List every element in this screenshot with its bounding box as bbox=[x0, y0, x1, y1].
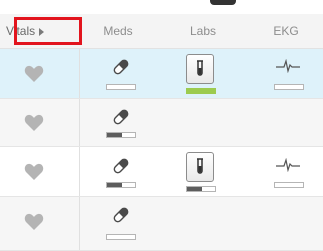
column-header-meds[interactable]: Meds bbox=[88, 14, 148, 48]
pill-icon[interactable] bbox=[112, 206, 130, 224]
labs-button[interactable] bbox=[186, 152, 214, 182]
ekg-waveform-icon[interactable] bbox=[276, 158, 300, 172]
labs-progress-bar bbox=[186, 186, 216, 192]
pill-icon[interactable] bbox=[112, 157, 130, 175]
column-header-ekg[interactable]: EKG bbox=[256, 14, 316, 48]
labs-button[interactable] bbox=[186, 54, 214, 84]
meds-progress-bar bbox=[106, 182, 136, 188]
column-header-labs[interactable]: Labs bbox=[173, 14, 233, 48]
ekg-waveform-icon[interactable] bbox=[276, 59, 300, 73]
heart-icon bbox=[24, 213, 44, 230]
labs-status-bar bbox=[186, 88, 216, 94]
test-tube-icon bbox=[197, 158, 203, 174]
table-row[interactable] bbox=[0, 99, 323, 147]
vitals-cell[interactable] bbox=[0, 99, 80, 146]
meds-progress-bar bbox=[106, 132, 136, 138]
highlight-box bbox=[14, 17, 82, 45]
heart-icon bbox=[24, 65, 44, 82]
test-tube-icon bbox=[197, 60, 203, 76]
overlap-fragment bbox=[210, 0, 236, 5]
table-row[interactable] bbox=[0, 147, 323, 197]
meds-progress-bar bbox=[106, 84, 136, 90]
vitals-cell[interactable] bbox=[0, 147, 80, 196]
heart-icon bbox=[24, 163, 44, 180]
heart-icon bbox=[24, 114, 44, 131]
ekg-progress-bar bbox=[274, 84, 304, 90]
meds-progress-bar bbox=[106, 234, 136, 240]
window-top bbox=[0, 0, 323, 14]
table-row[interactable] bbox=[0, 49, 323, 99]
vitals-cell[interactable] bbox=[0, 49, 80, 98]
vitals-cell[interactable] bbox=[0, 197, 80, 250]
pill-icon[interactable] bbox=[112, 108, 130, 126]
ekg-progress-bar bbox=[274, 182, 304, 188]
table-row[interactable] bbox=[0, 197, 323, 251]
pill-icon[interactable] bbox=[112, 58, 130, 76]
